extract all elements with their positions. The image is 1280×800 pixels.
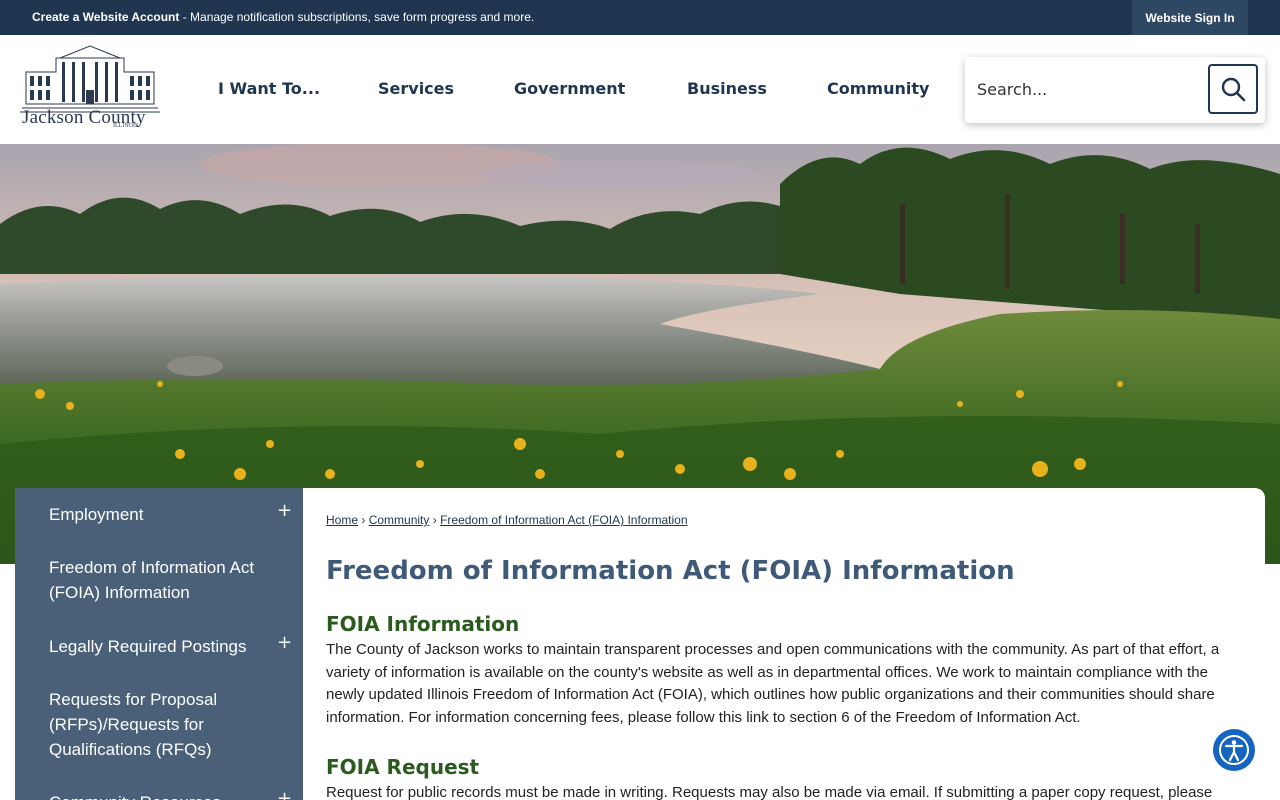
logo-state-name: ILLINOIS (113, 123, 139, 129)
breadcrumb-home-link[interactable]: Home (326, 513, 358, 527)
breadcrumb-separator: › (361, 513, 366, 527)
sidebar-item-employment[interactable]: Employment (49, 502, 269, 527)
website-sign-in-button[interactable]: Website Sign In (1132, 0, 1248, 35)
expand-employment-button[interactable]: + (277, 500, 292, 521)
expand-community-resources-button[interactable]: + (277, 788, 292, 800)
nav-community[interactable]: Community (827, 79, 929, 98)
breadcrumb: Home › Community › Freedom of Informatio… (326, 513, 688, 527)
sidebar-item-rfp-rfq[interactable]: Requests for Proposal (RFPs)/Requests fo… (49, 687, 269, 762)
foia-information-heading: FOIA Information (326, 612, 520, 636)
page-title: Freedom of Information Act (FOIA) Inform… (326, 556, 1015, 586)
sidebar-item-legal-postings[interactable]: Legally Required Postings (49, 634, 269, 659)
nav-services[interactable]: Services (378, 79, 454, 98)
search-box (965, 57, 1265, 123)
accessibility-icon (1219, 735, 1249, 765)
account-message-text: - Manage notification subscriptions, sav… (179, 10, 535, 24)
search-icon (1221, 77, 1246, 102)
sidebar-nav: Employment + Freedom of Information Act … (15, 488, 303, 800)
accessibility-button[interactable] (1213, 729, 1255, 771)
search-button[interactable] (1208, 64, 1258, 114)
account-message: Create a Website Account - Manage notifi… (32, 10, 534, 24)
foia-request-text: Request for public records must be made … (326, 784, 1213, 800)
create-account-link[interactable]: Create a Website Account (32, 10, 179, 24)
main-content: Home › Community › Freedom of Informatio… (303, 488, 1265, 800)
breadcrumb-community-link[interactable]: Community (369, 513, 430, 527)
nav-business[interactable]: Business (687, 79, 767, 98)
foia-information-text: The County of Jackson works to maintain … (326, 641, 1220, 727)
nav-government[interactable]: Government (514, 79, 625, 98)
breadcrumb-foia-link[interactable]: Freedom of Information Act (FOIA) Inform… (440, 513, 687, 527)
sidebar-item-community-resources[interactable]: Community Resources (49, 790, 269, 800)
top-bar: Create a Website Account - Manage notifi… (0, 0, 1280, 35)
foia-request-heading: FOIA Request (326, 755, 480, 779)
expand-legal-postings-button[interactable]: + (277, 632, 292, 653)
site-header: Jackson County ILLINOIS I Want To... Ser… (0, 35, 1280, 144)
search-input[interactable] (977, 71, 1197, 107)
breadcrumb-separator: › (432, 513, 437, 527)
nav-i-want-to[interactable]: I Want To... (218, 79, 320, 98)
sidebar-item-foia[interactable]: Freedom of Information Act (FOIA) Inform… (49, 555, 269, 605)
